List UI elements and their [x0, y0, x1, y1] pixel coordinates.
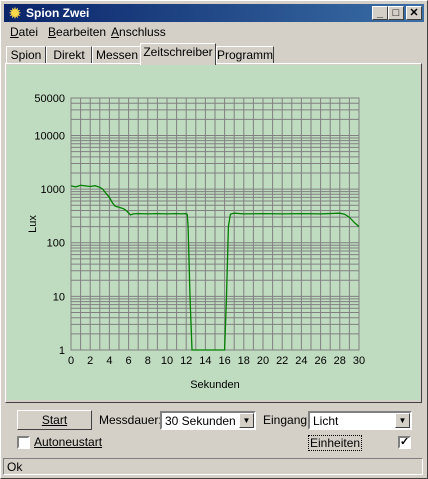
x-tick-label: 30	[353, 355, 365, 367]
y-tick-label: 10	[53, 291, 65, 303]
y-tick-label: 100	[47, 238, 65, 250]
einheiten-checkbox[interactable]: ✓	[398, 436, 411, 449]
dropdown-arrow-icon[interactable]: ▼	[239, 413, 254, 428]
x-tick-label: 22	[276, 355, 288, 367]
y-tick-label: 1	[59, 345, 65, 357]
messdauer-label: Messdauer:	[99, 413, 162, 427]
x-tick-label: 8	[145, 355, 151, 367]
messdauer-value: 30 Sekunden	[165, 414, 236, 428]
tab-zeitschreiber[interactable]: Zeitschreiber	[140, 43, 216, 65]
y-axis-label: Lux	[27, 215, 39, 233]
y-tick-label: 1000	[41, 184, 65, 196]
einheiten-check-mark-icon: ✓	[400, 436, 410, 448]
dropdown-arrow-icon[interactable]: ▼	[395, 413, 410, 428]
x-tick-label: 26	[314, 355, 326, 367]
x-tick-label: 24	[295, 355, 307, 367]
menu-bar: Datei Bearbeiten Anschluss	[4, 23, 424, 41]
eingang-select[interactable]: Licht ▼	[308, 411, 412, 430]
x-tick-label: 0	[68, 355, 74, 367]
einheiten-label[interactable]: Einheiten	[308, 435, 363, 451]
x-tick-label: 18	[238, 355, 250, 367]
lux-time-chart: 0 2 4 6 8 10 12 14 16 18 20 22 24 26 28 301101001000100…	[27, 93, 365, 391]
status-bar: Ok	[3, 458, 423, 475]
tab-strip: Spion Direkt Messen Zeitschreiber Progra…	[6, 43, 426, 65]
x-tick-label: 20	[257, 355, 269, 367]
eingang-label: Eingang:	[263, 413, 311, 427]
eingang-value: Licht	[313, 414, 339, 428]
x-axis-label: Sekunden	[190, 379, 240, 391]
tab-messen[interactable]: Messen	[92, 46, 142, 64]
autoneustart-label: Autoneustart	[34, 435, 103, 449]
maximize-button[interactable]: □	[388, 6, 404, 20]
menu-bearbeiten[interactable]: Bearbeiten	[48, 25, 106, 39]
close-button[interactable]: ✕	[406, 6, 422, 20]
minimize-button[interactable]: _	[372, 6, 388, 20]
window-title: Spion Zwei	[26, 6, 90, 20]
y-tick-label: 10000	[34, 130, 65, 142]
tab-programm[interactable]: Programm	[216, 46, 274, 64]
start-label: Start	[41, 413, 68, 427]
tab-direkt[interactable]: Direkt	[46, 46, 92, 64]
app-gear-icon: ✹	[9, 5, 21, 21]
tab-spion[interactable]: Spion	[6, 46, 46, 64]
messdauer-select[interactable]: 30 Sekunden ▼	[160, 411, 256, 430]
x-tick-label: 16	[218, 355, 230, 367]
x-tick-label: 2	[87, 355, 93, 367]
menu-datei[interactable]: Datei	[10, 25, 38, 39]
autoneustart-checkbox[interactable]	[17, 436, 30, 449]
chart-area: 0 2 4 6 8 10 12 14 16 18 20 22 24 26 28 30 1 10 100 1000 100…	[7, 65, 420, 400]
x-tick-label: 14	[199, 355, 211, 367]
x-tick-label: 6	[126, 355, 132, 367]
start-button[interactable]: Start	[17, 410, 92, 430]
x-tick-label: 4	[106, 355, 112, 367]
title-bar[interactable]: ✹ Spion Zwei _ □ ✕	[4, 4, 424, 22]
x-tick-label: 12	[180, 355, 192, 367]
x-tick-label: 10	[161, 355, 173, 367]
y-tick-label: 50000	[34, 93, 65, 105]
x-tick-label: 28	[334, 355, 346, 367]
status-text: Ok	[7, 460, 23, 474]
menu-anschluss[interactable]: Anschluss	[111, 25, 166, 39]
